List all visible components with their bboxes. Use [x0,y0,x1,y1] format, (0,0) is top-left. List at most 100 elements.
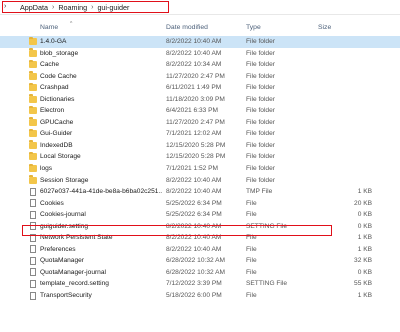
file-icon [30,245,36,254]
file-size: 1 KB [357,234,372,242]
file-date: 5/25/2022 6:34 PM [166,199,222,207]
file-date: 7/1/2021 12:02 AM [166,130,222,138]
file-name: blob_storage [40,49,79,57]
file-type: File folder [246,38,275,45]
file-icon [30,187,36,196]
folder-icon [29,140,37,149]
file-size: 1 KB [357,245,372,253]
folder-icon [29,71,37,80]
file-type: File folder [246,49,275,57]
file-type: File [246,245,257,253]
file-row[interactable]: logs 7/1/2021 1:52 PM File folder [0,163,400,175]
file-row[interactable]: Cookies 5/25/2022 6:34 PM File 20 KB [0,198,400,210]
file-row[interactable]: blob_storage 8/2/2022 10:40 AM File folder [0,48,400,60]
sort-chevron-icon: ^ [70,21,73,27]
address-bar[interactable]: › AppData › Roaming › gui-guider [0,0,400,15]
file-date: 12/15/2020 5:28 PM [166,141,226,149]
file-type: File folder [246,141,275,149]
file-name: IndexedDB [40,141,73,149]
file-row[interactable]: GPUCache 11/27/2020 2:47 PM File folder [0,117,400,129]
file-date: 5/25/2022 6:34 PM [166,211,222,219]
file-row[interactable]: Preferences 8/2/2022 10:40 AM File 1 KB [0,244,400,256]
file-icon [30,210,36,219]
file-type: File [246,268,257,276]
file-name: Local Storage [40,153,81,161]
file-date: 12/15/2020 5:28 PM [166,153,226,161]
folder-icon [29,82,37,92]
file-name: QuotaManager [40,257,84,265]
file-row[interactable]: 1.4.0-GA 8/2/2022 10:40 AM File folder [0,36,400,48]
file-icon [30,291,36,300]
file-date: 8/2/2022 10:34 AM [166,61,222,69]
file-size: 0 KB [357,222,372,230]
column-headers: ^ Name Date modified Type Size [0,21,400,34]
column-header-date[interactable]: Date modified [166,24,208,31]
file-size: 32 KB [354,257,372,265]
file-date: 11/18/2020 3:09 PM [166,95,225,103]
file-row[interactable]: IndexedDB 12/15/2020 5:28 PM File folder [0,140,400,152]
file-type: File folder [246,61,275,69]
file-date: 7/1/2021 1:52 PM [166,165,219,173]
file-type: File [246,257,257,265]
file-name: Cookies-journal [40,211,86,219]
file-name: Electron [40,107,65,115]
file-row[interactable]: TransportSecurity 5/18/2022 6:00 PM File 1 … [0,290,400,302]
file-date: 8/2/2022 10:40 AM [166,176,222,184]
folder-icon [29,36,37,45]
file-date: 7/12/2022 3:39 PM [166,280,222,288]
file-name: Cache [40,61,60,69]
file-type: TMP File [246,188,273,196]
column-header-name[interactable]: Name [40,24,58,31]
file-row[interactable]: Gui-Guider 7/1/2021 12:02 AM File folder [0,128,400,140]
file-name: Dictionaries [40,95,75,103]
address-highlight-box [2,1,169,13]
folder-icon [29,59,37,69]
file-type: File folder [246,84,275,92]
file-name: TransportSecurity [40,292,92,300]
file-name: GPUCache [40,118,74,126]
file-icon [30,279,36,288]
file-name: QuotaManager-journal [40,268,106,276]
file-name: Gui-Guider [40,130,73,138]
file-row[interactable]: Cookies-journal 5/25/2022 6:34 PM File 0 KB [0,209,400,221]
file-row[interactable]: Cache 8/2/2022 10:34 AM File folder [0,59,400,71]
file-row[interactable]: Session Storage 8/2/2022 10:40 AM File fol… [0,175,400,187]
file-row[interactable]: 6027e037-441a-41de-be8a-b6ba02c251... 8/2… [0,186,400,198]
file-row[interactable]: Dictionaries 11/18/2020 3:09 PM File folde… [0,94,400,106]
folder-icon [29,151,37,161]
column-header-type[interactable]: Type [246,24,261,31]
file-name: 6027e037-441a-41de-be8a-b6ba02c251... [40,188,162,196]
file-type: File folder [246,72,275,80]
file-type: File [246,199,257,207]
file-type: SETTING File [246,280,288,288]
file-date: 6/11/2021 1:49 PM [166,84,222,92]
folder-icon [29,94,37,103]
file-type: File folder [246,176,275,184]
folder-icon [29,175,37,184]
file-name: logs [40,165,53,173]
file-name: Code Cache [40,72,77,80]
file-name: 1.4.0-GA [40,38,67,45]
file-row[interactable]: Electron 6/4/2021 6:33 PM File folder [0,105,400,117]
file-row[interactable]: QuotaManager-journal 6/28/2022 10:32 AM Fi… [0,267,400,279]
file-date: 8/2/2022 10:40 AM [166,38,222,45]
file-type: File folder [246,118,275,126]
file-row[interactable]: Crashpad 6/11/2021 1:49 PM File folder [0,82,400,94]
file-date: 8/2/2022 10:40 AM [166,49,222,57]
file-date: 5/18/2022 6:00 PM [166,292,222,300]
file-type: File folder [246,153,275,161]
file-type: File folder [246,165,275,173]
file-date: 6/28/2022 10:32 AM [166,257,226,265]
file-type: File [246,211,257,219]
folder-icon [29,163,37,173]
file-row[interactable]: Local Storage 12/15/2020 5:28 PM File fold… [0,151,400,163]
file-row[interactable]: template_record.setting 7/12/2022 3:39 PM… [0,278,400,290]
file-date: 11/27/2020 2:47 PM [166,72,225,80]
file-row[interactable]: QuotaManager 6/28/2022 10:32 AM File 32 KB [0,255,400,267]
column-header-size[interactable]: Size [318,24,331,31]
file-icon [30,268,36,277]
file-size: 1 KB [357,292,372,300]
file-row[interactable]: Code Cache 11/27/2020 2:47 PM File folder [0,71,400,83]
folder-icon [29,117,37,126]
file-type: File [246,292,257,300]
